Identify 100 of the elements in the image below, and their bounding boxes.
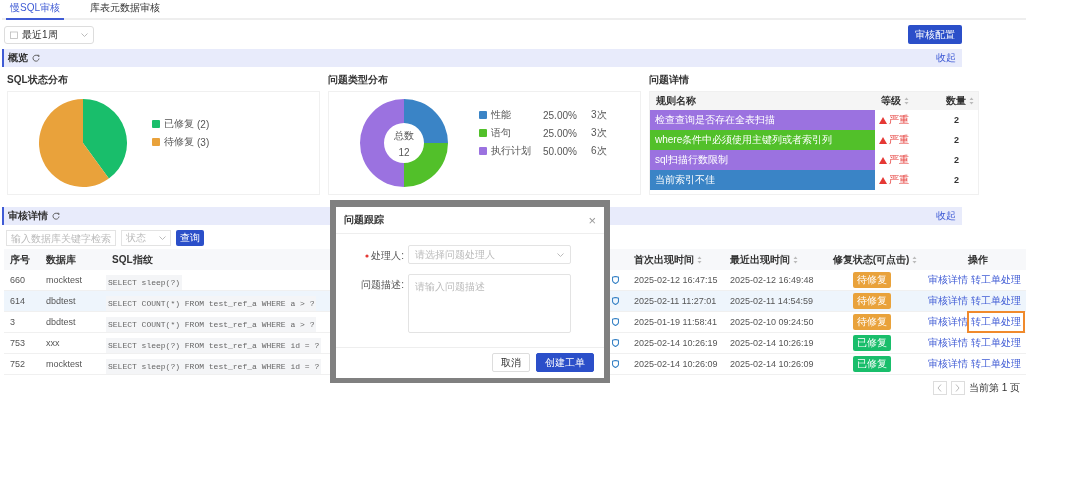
action-link[interactable]: 审核详情	[928, 294, 968, 308]
legend-count: 3次	[591, 126, 608, 140]
legend-label: 语句	[491, 126, 512, 140]
table-cell-text: 2025-01-19 11:58:41	[633, 317, 718, 327]
config-button[interactable]: 审核配置	[908, 25, 962, 44]
legend-label: 待修复	[164, 135, 194, 149]
warning-icon	[879, 176, 887, 184]
legend-percent: 25.00%	[543, 109, 578, 121]
action-link[interactable]: 转工单处理	[971, 273, 1021, 287]
table-cell-text: 2	[953, 155, 960, 165]
action-link[interactable]: 转工单处理	[971, 357, 1021, 371]
date-range-select[interactable]: 最近1周	[4, 25, 94, 44]
column-header: 修复状态(可点击)	[832, 252, 910, 267]
legend-count: (3)	[196, 136, 211, 148]
legend-count: 6次	[591, 144, 608, 158]
collapse-link[interactable]: 收起	[936, 209, 956, 223]
donut-center-label: 总数	[394, 128, 414, 143]
chevron-down-icon	[557, 252, 564, 257]
action-link[interactable]: 审核详情	[928, 336, 968, 350]
legend-label: 已修复	[164, 117, 194, 131]
warning-icon	[879, 156, 887, 164]
table-cell-text: 2025-02-10 09:24:50	[729, 317, 815, 327]
table-cell-text: xxx	[45, 338, 61, 348]
sql-fingerprint: SELECT COUNT(*) FROM test_ref_a WHERE a > ?	[106, 317, 317, 332]
action-link[interactable]: 审核详情	[928, 357, 968, 371]
table-cell-text: 2025-02-14 10:26:19	[633, 338, 719, 348]
table-cell-text: mocktest	[45, 359, 83, 369]
shield-icon[interactable]	[612, 276, 619, 284]
table-cell-text: 2	[953, 135, 960, 145]
table-cell-text: dbdtest	[45, 317, 77, 327]
column-header: 序号	[10, 252, 30, 267]
shield-icon[interactable]	[612, 297, 619, 305]
rule-name-cell: 当前索引不佳	[650, 170, 875, 190]
donut-center-value: 12	[398, 146, 410, 158]
chevron-left-icon	[937, 384, 943, 392]
cancel-button[interactable]: 取消	[492, 353, 530, 372]
column-header: 最近出现时间	[730, 252, 790, 267]
table-cell-text: 2025-02-14 10:26:19	[729, 338, 815, 348]
column-header: SQL指纹	[112, 252, 153, 267]
severity-label: 严重	[889, 113, 909, 127]
warning-icon	[879, 116, 887, 124]
severity-label: 严重	[889, 173, 909, 187]
severity-label: 严重	[889, 133, 909, 147]
chevron-down-icon	[81, 32, 88, 37]
shield-icon[interactable]	[612, 360, 619, 368]
action-link[interactable]: 转工单处理	[971, 294, 1021, 308]
tab[interactable]: 慢SQL审核	[6, 1, 64, 20]
legend-count: 3次	[591, 108, 608, 122]
section-title: 概览	[8, 51, 28, 65]
collapse-link[interactable]: 收起	[936, 51, 956, 65]
table-cell-text: dbdtest	[45, 296, 77, 306]
sql-fingerprint: SELECT sleep(?) FROM test_ref_a WHERE id = ?	[106, 338, 322, 353]
table-cell-text: 2	[953, 115, 960, 125]
chart-title: SQL状态分布	[7, 73, 69, 87]
sql-fingerprint: SELECT COUNT(*) FROM test_ref_a WHERE a > ?	[106, 296, 317, 311]
rule-name-cell: sql扫描行数限制	[650, 150, 875, 170]
chart-title: 问题详情	[649, 73, 690, 87]
column-header: 首次出现时间	[634, 252, 694, 267]
table-cell-text: 2025-02-14 10:26:09	[633, 359, 719, 369]
action-link[interactable]: 转工单处理	[967, 311, 1025, 333]
column-header: 数据库	[46, 252, 76, 267]
sql-fingerprint: SELECT sleep(?) FROM test_ref_a WHERE id = ?	[106, 359, 322, 374]
action-link[interactable]: 审核详情	[928, 315, 968, 329]
rule-name-cell: 检查查询是否存在全表扫描	[650, 110, 875, 130]
table-cell-text: 2025-02-11 11:27:01	[633, 296, 718, 306]
column-header: 等级	[881, 94, 901, 108]
refresh-icon[interactable]	[52, 212, 60, 220]
column-header: 规则名称	[656, 94, 696, 108]
table-cell-text: 2025-02-14 10:26:09	[729, 359, 815, 369]
rule-name-cell: where条件中必须使用主键列或者索引列	[650, 130, 875, 150]
refresh-icon[interactable]	[32, 54, 40, 62]
field-label: 问题描述:	[361, 278, 404, 292]
shield-icon[interactable]	[612, 318, 619, 326]
tab[interactable]: 库表元数据审核	[86, 1, 164, 20]
table-cell-text: 614	[9, 296, 27, 306]
chevron-down-icon	[159, 236, 166, 240]
table-cell-text: 2025-02-12 16:47:15	[633, 275, 719, 285]
shield-icon[interactable]	[612, 339, 619, 347]
legend-count: (2)	[196, 118, 211, 130]
table-cell-text: mocktest	[45, 275, 83, 285]
table-cell-text: 660	[9, 275, 27, 285]
query-button[interactable]: 查询	[176, 230, 204, 246]
create-button[interactable]: 创建工单	[536, 353, 594, 372]
action-link[interactable]: 审核详情	[928, 273, 968, 287]
page-indicator: 当前第 1 页	[968, 381, 1021, 395]
table-cell-text: 752	[9, 359, 27, 369]
severity-label: 严重	[889, 153, 909, 167]
dialog-title: 问题跟踪	[344, 213, 384, 227]
table-cell-text: 753	[9, 338, 27, 348]
chevron-right-icon	[955, 384, 961, 392]
action-link[interactable]: 转工单处理	[971, 336, 1021, 350]
warning-icon	[879, 136, 887, 144]
sql-fingerprint: SELECT sleep(?)	[106, 275, 182, 290]
legend-label: 执行计划	[491, 144, 532, 158]
table-cell-text: 2	[953, 175, 960, 185]
field-label: 处理人:	[371, 249, 404, 263]
section-title: 审核详情	[8, 209, 48, 223]
table-cell-text: 3	[9, 317, 16, 327]
legend-percent: 50.00%	[543, 145, 578, 157]
column-header: 数量	[945, 94, 966, 108]
